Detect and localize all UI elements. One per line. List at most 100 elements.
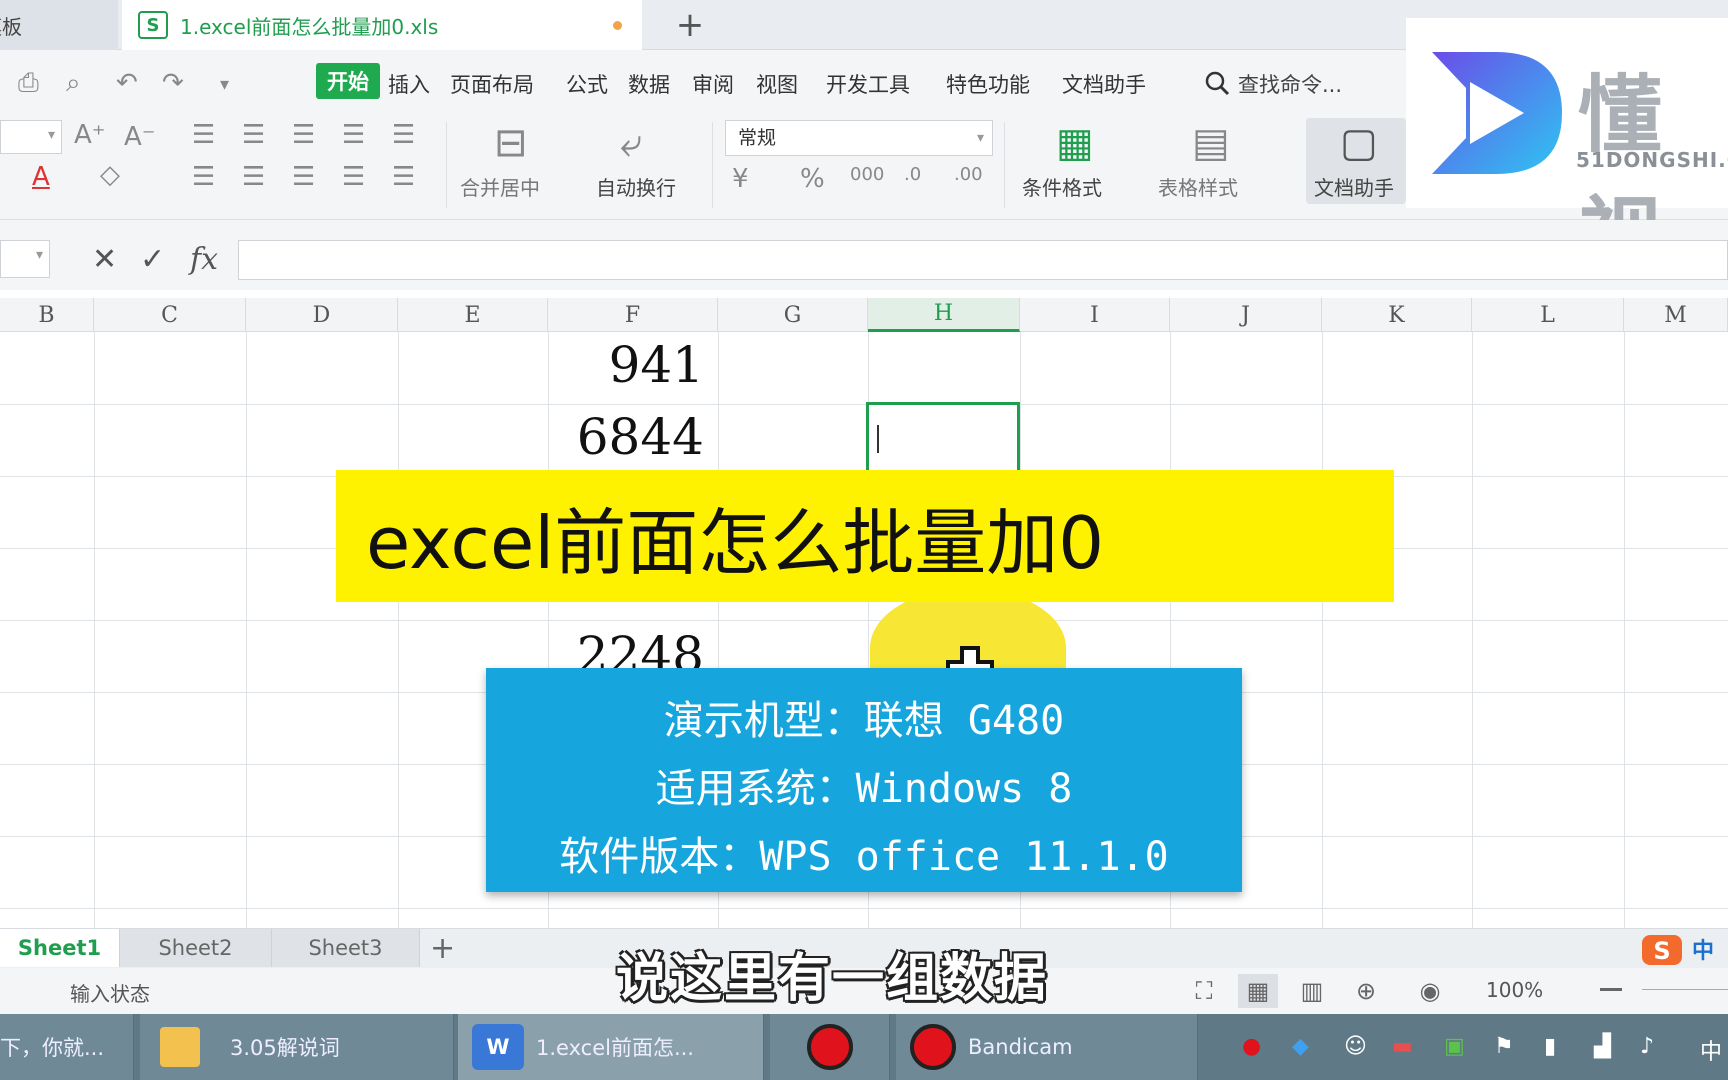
tray-qq-icon[interactable]: ☺ (1344, 1034, 1367, 1059)
font-shrink-icon[interactable]: A⁻ (124, 122, 156, 152)
table-style-icon[interactable]: ▤ (1192, 120, 1230, 166)
reading-mode-icon[interactable]: ⊕ (1346, 974, 1386, 1008)
column-header-h[interactable]: H (868, 298, 1020, 332)
thousands-separator-icon[interactable]: 000 (850, 164, 884, 185)
tray-signal-icon[interactable]: ▟ (1594, 1034, 1611, 1059)
tray-record-icon[interactable]: ● (1242, 1034, 1261, 1059)
conditional-format-icon[interactable]: ▦ (1056, 120, 1094, 166)
tray-gpu-icon[interactable]: ▣ (1444, 1034, 1465, 1059)
taskbar-item-wps[interactable]: W 1.excel前面怎... (458, 1014, 764, 1080)
align-middle-icon[interactable]: ☰ (242, 120, 265, 150)
taskbar-item-folder[interactable]: 3.05解说词 (140, 1014, 454, 1080)
tray-network-card-icon[interactable]: ▬ (1392, 1034, 1413, 1059)
undo-icon[interactable]: ↶ (116, 68, 138, 98)
menu-view[interactable]: 视图 (756, 69, 798, 99)
fullscreen-icon[interactable]: ⛶ (1184, 974, 1224, 1008)
clear-format-icon[interactable]: ◇ (100, 160, 120, 190)
quick-access-dropdown-icon[interactable]: ▾ (220, 74, 229, 95)
active-cell[interactable] (866, 402, 1020, 474)
merge-center-icon[interactable]: ⊟ (494, 120, 528, 166)
menu-insert[interactable]: 插入 (388, 69, 430, 99)
new-tab-button[interactable]: + (668, 0, 712, 50)
table-style-button[interactable]: 表格样式 (1158, 172, 1238, 201)
percent-icon[interactable]: % (800, 164, 825, 194)
tray-flag-icon[interactable]: ⚑ (1494, 1034, 1514, 1059)
cell-f1[interactable]: 941 (548, 336, 704, 394)
menu-formula[interactable]: 公式 (566, 69, 608, 99)
normal-view-icon[interactable]: ▦ (1238, 974, 1278, 1008)
sheet-tab-3[interactable]: Sheet3 (272, 929, 420, 967)
font-color-icon[interactable]: A (32, 162, 50, 192)
indent-decrease-icon[interactable]: ☰ (342, 120, 365, 150)
tray-battery-icon[interactable]: ▮ (1544, 1034, 1556, 1059)
zoom-level[interactable]: 100% (1486, 978, 1543, 1002)
justify-icon[interactable]: ☰ (342, 162, 365, 192)
column-header-d[interactable]: D (246, 298, 398, 332)
increase-decimal-icon[interactable]: .0 (904, 164, 921, 185)
sheet-tab-1[interactable]: Sheet1 (0, 929, 120, 967)
number-format-select[interactable]: 常规 ▾ (725, 120, 993, 156)
search-command-field[interactable]: 查找命令... (1238, 69, 1342, 99)
decrease-decimal-icon[interactable]: .00 (954, 164, 983, 185)
confirm-icon[interactable]: ✓ (140, 242, 165, 277)
taskbar-item-1[interactable]: 下，你就... (0, 1014, 134, 1080)
menu-review[interactable]: 审阅 (692, 69, 734, 99)
tab-template[interactable]: 模板 (0, 0, 118, 50)
menu-doc-assistant[interactable]: 文档助手 (1062, 69, 1146, 99)
redo-icon[interactable]: ↷ (162, 68, 184, 98)
taskbar-item-record[interactable] (770, 1014, 890, 1080)
column-header-g[interactable]: G (718, 298, 868, 332)
print-preview-icon[interactable]: ⌕ (66, 68, 81, 99)
column-header-b[interactable]: B (0, 298, 94, 332)
sheet-tab-2[interactable]: Sheet2 (120, 929, 272, 967)
tray-box-icon[interactable]: ◆ (1292, 1034, 1309, 1059)
sogou-ime-icon[interactable]: S (1640, 931, 1684, 967)
column-header-j[interactable]: J (1170, 298, 1322, 332)
function-icon[interactable]: fx (190, 242, 218, 277)
column-header-f[interactable]: F (548, 298, 718, 332)
column-header-l[interactable]: L (1472, 298, 1624, 332)
tab-current-file[interactable]: S 1.excel前面怎么批量加0.xls (122, 0, 642, 50)
ime-language-label[interactable]: 中 (1692, 933, 1714, 965)
zoom-slider[interactable] (1642, 989, 1728, 990)
menu-start[interactable]: 开始 (316, 63, 380, 99)
distribute-icon[interactable]: ☰ (392, 162, 415, 192)
name-box[interactable]: ▾ (0, 240, 50, 278)
indent-increase-icon[interactable]: ☰ (392, 120, 415, 150)
align-bottom-icon[interactable]: ☰ (292, 120, 315, 150)
currency-icon[interactable]: ¥ (732, 164, 749, 194)
conditional-format-button[interactable]: 条件格式 (1022, 172, 1102, 201)
eye-protection-icon[interactable]: ◉ (1410, 974, 1450, 1008)
column-header-m[interactable]: M (1624, 298, 1728, 332)
print-icon[interactable]: ⎙ (18, 68, 39, 99)
search-icon[interactable] (1204, 70, 1230, 96)
add-sheet-button[interactable]: + (430, 931, 455, 966)
doc-assistant-label: 文档助手 (1314, 176, 1394, 200)
zoom-out-button[interactable] (1600, 988, 1622, 991)
column-header-e[interactable]: E (398, 298, 548, 332)
menu-page-layout[interactable]: 页面布局 (450, 69, 534, 99)
taskbar-item-bandicam[interactable]: Bandicam (896, 1014, 1198, 1080)
wrap-text-button[interactable]: 自动换行 (596, 172, 676, 201)
cancel-icon[interactable]: ✕ (92, 242, 117, 277)
align-left-icon[interactable]: ☰ (192, 162, 215, 192)
page-break-view-icon[interactable]: ▥ (1292, 974, 1332, 1008)
wrap-text-icon[interactable]: ⤶ (620, 120, 642, 166)
tray-language-label[interactable]: 中 (1700, 1034, 1722, 1066)
menu-developer[interactable]: 开发工具 (826, 69, 910, 99)
column-header-c[interactable]: C (94, 298, 246, 332)
merge-center-button[interactable]: 合并居中 (460, 172, 540, 201)
menu-special[interactable]: 特色功能 (946, 69, 1030, 99)
column-header-i[interactable]: I (1020, 298, 1170, 332)
align-right-icon[interactable]: ☰ (292, 162, 315, 192)
tray-volume-icon[interactable]: ♪ (1640, 1034, 1654, 1059)
menu-data[interactable]: 数据 (628, 69, 670, 99)
column-header-k[interactable]: K (1322, 298, 1472, 332)
font-size-select[interactable]: ▾ (0, 120, 62, 154)
font-grow-icon[interactable]: A⁺ (74, 120, 106, 150)
cell-f2[interactable]: 6844 (548, 408, 704, 466)
align-top-icon[interactable]: ☰ (192, 120, 215, 150)
align-center-icon[interactable]: ☰ (242, 162, 265, 192)
doc-assistant-button[interactable]: ▢ 文档助手 (1306, 118, 1406, 204)
formula-input[interactable] (238, 240, 1728, 280)
